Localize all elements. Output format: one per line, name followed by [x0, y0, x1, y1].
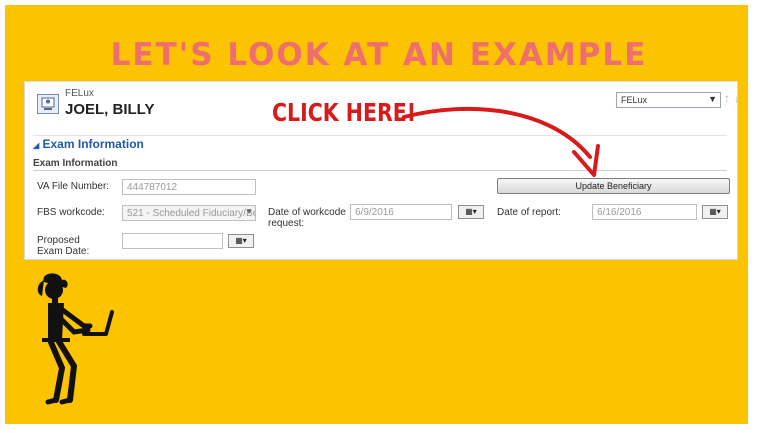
person-laptop-icon: [37, 273, 114, 405]
slide: LET'S LOOK AT AN EXAMPLE FELux JOEL, BIL…: [0, 0, 758, 433]
